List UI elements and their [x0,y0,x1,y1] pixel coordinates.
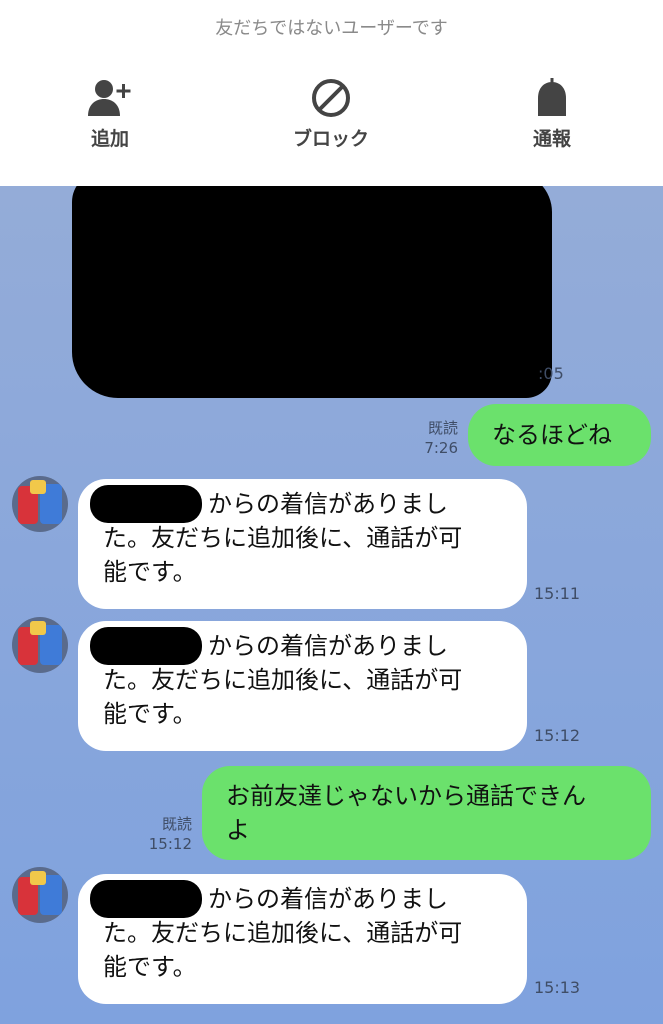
received-message-bubble[interactable]: からの着信がありまし た。友だちに追加後に、通話が可 能です。 [78,874,527,1004]
non-friend-notice: 友だちではないユーザーです [215,18,448,39]
received-message-bubble[interactable]: からの着信がありまし た。友だちに追加後に、通話が可 能です。 [78,621,527,751]
read-receipt: 既読 7:26 [418,418,458,458]
message-text-line2: よ [226,816,250,844]
message-text-line2: た。友だちに追加後に、通話が可 [103,919,463,947]
block-icon [312,79,350,117]
read-receipt: 既読 15:12 [148,814,192,854]
add-friend-icon [88,80,131,116]
chat-area[interactable]: :05 既読 7:26 なるほどね からの着信がありまし た。友だちに追加後に、… [0,186,663,1024]
message-text-line1: からの着信がありまし [208,632,448,660]
message-text-line1: からの着信がありまし [208,885,448,913]
block-label: ブロック [292,128,369,150]
redacted-message [72,186,552,398]
sent-message-bubble[interactable]: お前友達じゃないから通話できん よ [202,766,651,860]
message-text-line3: 能です。 [103,953,197,981]
message-text-line2: た。友だちに追加後に、通話が可 [103,524,463,552]
report-icon [538,78,566,116]
message-text-line1: からの着信がありまし [208,490,448,518]
message-time: 15:11 [534,584,581,603]
message-text-line2: た。友だちに追加後に、通話が可 [103,666,463,694]
read-label: 既読 [161,815,192,833]
report-label: 通報 [532,128,571,150]
message-time: 7:26 [424,439,458,457]
avatar[interactable] [12,476,68,532]
avatar[interactable] [12,867,68,923]
message-text-line3: 能です。 [103,558,197,586]
avatar[interactable] [12,617,68,673]
read-label: 既読 [427,419,458,437]
message-time: 15:13 [534,978,581,997]
message-text-line1: お前友達じゃないから通話できん [226,782,586,810]
add-friend-label: 追加 [90,128,129,150]
add-friend-button[interactable]: 追加 [50,78,170,151]
message-time: :05 [538,364,564,383]
message-time: 15:12 [534,726,581,745]
block-button[interactable]: ブロック [271,78,391,151]
sent-message-bubble[interactable]: なるほどね [468,404,651,466]
message-text-line3: 能です。 [103,700,197,728]
report-button[interactable]: 通報 [492,78,612,151]
message-text: なるほどね [492,421,612,449]
message-time: 15:12 [148,835,192,853]
received-message-bubble[interactable]: からの着信がありまし た。友だちに追加後に、通話が可 能です。 [78,479,527,609]
chat-header: 友だちではないユーザーです 追加 ブロック 通報 [0,0,663,186]
